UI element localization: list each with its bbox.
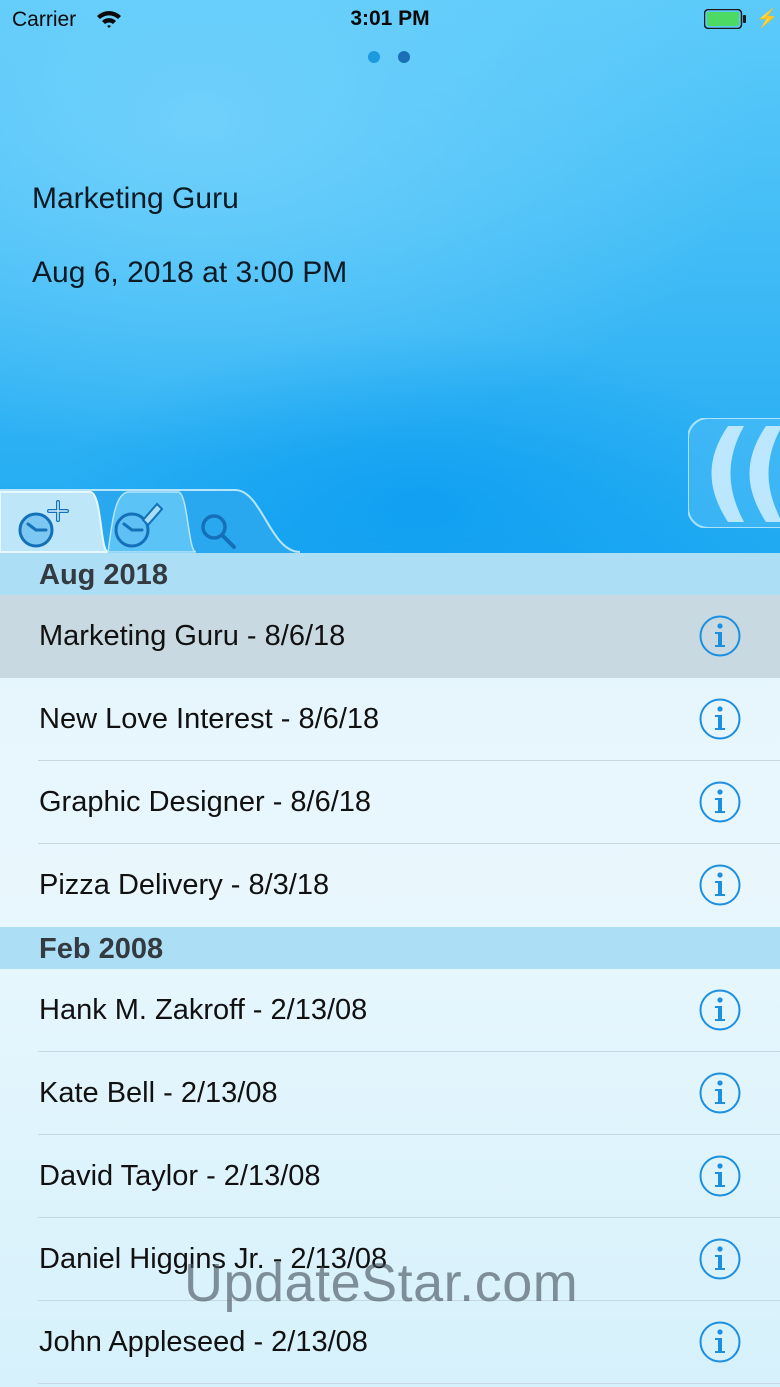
info-icon[interactable] [699,864,741,906]
list-item-label: Kate Bell - 2/13/08 [39,1077,278,1109]
row-separator [38,1383,780,1384]
info-icon[interactable] [699,1238,741,1280]
tab-bar [0,486,300,554]
list-item[interactable]: Graphic Designer - 8/6/18 [0,761,780,844]
info-icon[interactable] [699,1072,741,1114]
list-item-label: Graphic Designer - 8/6/18 [39,786,372,818]
list-item-label: Pizza Delivery - 8/3/18 [39,869,330,901]
watermark-text: UpdateStar.com [184,1253,579,1313]
info-icon[interactable] [699,989,741,1031]
page-dot[interactable] [398,51,410,63]
list-item[interactable]: Kate Bell - 2/13/08 [0,1052,780,1135]
info-icon[interactable] [699,698,741,740]
list-item-label: David Taylor - 2/13/08 [39,1160,321,1192]
detail-date: Aug 6, 2018 at 3:00 PM [32,256,348,289]
charging-bolt-icon: ⚡ [756,8,779,28]
info-icon[interactable] [699,1155,741,1197]
clock-edit-icon[interactable] [110,494,170,562]
info-icon[interactable] [699,615,741,657]
section-header: Aug 2018 [0,553,780,595]
clock-add-icon[interactable] [14,494,74,562]
list-item-label: New Love Interest - 8/6/18 [39,703,380,735]
list-item[interactable]: Hank M. Zakroff - 2/13/08 [0,969,780,1052]
page-dot[interactable] [368,51,380,63]
list-item[interactable]: David Taylor - 2/13/08 [0,1135,780,1218]
detail-title: Marketing Guru [32,182,239,215]
list-item-label: Hank M. Zakroff - 2/13/08 [39,994,368,1026]
section-aug-2018: Aug 2018 Marketing Guru - 8/6/18 New Lov… [0,553,780,927]
list-item[interactable]: Marketing Guru - 8/6/18 [0,595,780,678]
battery-icon [704,9,746,29]
list-item[interactable]: New Love Interest - 8/6/18 [0,678,780,761]
info-icon[interactable] [699,781,741,823]
status-bar: Carrier 3:01 PM ⚡ [0,0,780,40]
info-icon[interactable] [699,1321,741,1363]
list-item[interactable]: Pizza Delivery - 8/3/18 [0,844,780,927]
clock-time: 3:01 PM [350,7,430,30]
list-item-label: Marketing Guru - 8/6/18 [39,620,346,652]
section-feb-2008: Feb 2008 Hank M. Zakroff - 2/13/08 Kate … [0,927,780,1384]
chevron-left-handle-icon[interactable] [688,418,780,528]
section-header: Feb 2008 [0,927,780,969]
page-control[interactable] [368,51,410,63]
